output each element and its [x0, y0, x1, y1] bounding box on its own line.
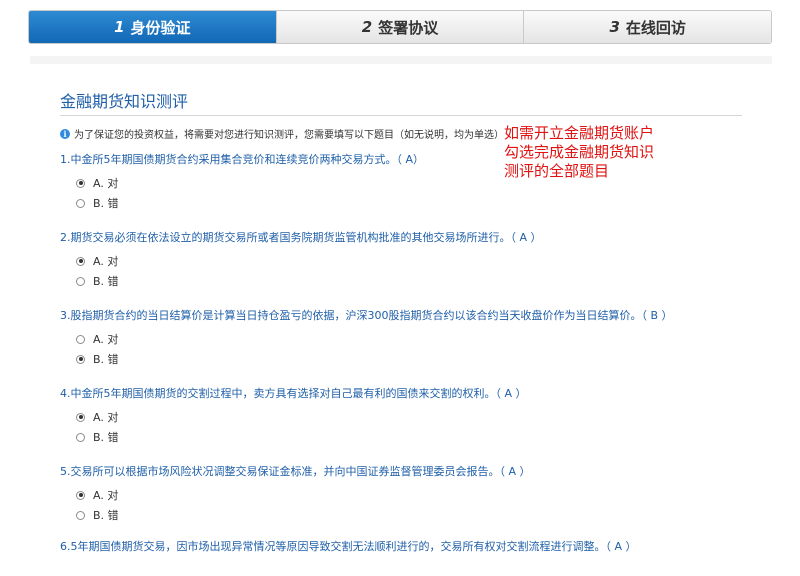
callout-annotation: 如需开立金融期货账户 勾选完成金融期货知识 测评的全部题目: [504, 124, 704, 181]
notice-label: 为了保证您的投资权益，将需要对您进行知识测评，您需要填写以下题目（如无说明，均为…: [74, 130, 504, 141]
option-b[interactable]: B. 错: [76, 193, 424, 213]
option-label: A. 对: [93, 333, 119, 346]
info-icon: i: [60, 128, 70, 139]
radio-button[interactable]: [76, 510, 85, 520]
quiz-card: 金融期货知识测评 i 为了保证您的投资权益，将需要对您进行知识测评，您需要填写以…: [30, 64, 772, 576]
option-a[interactable]: A. 对: [76, 329, 673, 349]
option-label: A. 对: [93, 177, 119, 190]
callout-line: 勾选完成金融期货知识: [504, 143, 655, 161]
option-a[interactable]: A. 对: [76, 485, 531, 505]
option-b[interactable]: B. 错: [76, 505, 531, 525]
option-a[interactable]: A. 对: [76, 173, 424, 193]
tab-identity-verification[interactable]: 1 身份验证: [29, 11, 276, 43]
radio-button[interactable]: [76, 334, 85, 344]
radio-button[interactable]: [76, 276, 85, 286]
step-tabs: 1 身份验证 2 签署协议 3 在线回访: [28, 10, 772, 44]
option-a[interactable]: A. 对: [76, 407, 527, 427]
option-b[interactable]: B. 错: [76, 271, 542, 291]
option-b[interactable]: B. 错: [76, 427, 527, 447]
question-6: 6.5年期国债期货交易，因市场出现异常情况等原因导致交割无法顺利进行的，交易所有…: [60, 538, 637, 554]
question-text: 1.中金所5年期国债期货合约采用集合竞价和连续竞价两种交易方式。（ A）: [60, 153, 425, 166]
section-title: 金融期货知识测评: [60, 92, 189, 111]
step-label: 在线回访: [625, 18, 686, 37]
option-label: A. 对: [93, 255, 119, 268]
question-text: 4.中金所5年期国债期货的交割过程中，卖方具有选择对自己最有利的国债来交割的权利…: [60, 387, 527, 400]
tab-online-callback[interactable]: 3 在线回访: [523, 11, 771, 43]
question-text: 6.5年期国债期货交易，因市场出现异常情况等原因导致交割无法顺利进行的，交易所有…: [60, 540, 637, 553]
question-1: 1.中金所5年期国债期货合约采用集合竞价和连续竞价两种交易方式。（ A） A. …: [60, 151, 424, 213]
question-text: 2.期货交易必须在依法设立的期货交易所或者国务院期货监管机构批准的其他交易场所进…: [60, 231, 542, 244]
question-2: 2.期货交易必须在依法设立的期货交易所或者国务院期货监管机构批准的其他交易场所进…: [60, 229, 542, 291]
step-number: 1: [114, 18, 125, 36]
option-label: A. 对: [93, 411, 119, 424]
question-4: 4.中金所5年期国债期货的交割过程中，卖方具有选择对自己最有利的国债来交割的权利…: [60, 385, 527, 447]
option-label: B. 错: [93, 197, 119, 210]
notice-text: i 为了保证您的投资权益，将需要对您进行知识测评，您需要填写以下题目（如无说明，…: [60, 126, 504, 141]
tab-sign-agreement[interactable]: 2 签署协议: [275, 11, 524, 43]
option-label: B. 错: [93, 509, 119, 522]
radio-button[interactable]: [76, 412, 85, 422]
option-b[interactable]: B. 错: [76, 349, 673, 369]
option-label: B. 错: [93, 353, 119, 366]
title-divider: [60, 115, 742, 116]
step-label: 身份验证: [130, 18, 191, 37]
callout-line: 测评的全部题目: [504, 162, 610, 180]
callout-line: 如需开立金融期货账户: [504, 124, 655, 142]
step-label: 签署协议: [378, 18, 439, 37]
step-number: 2: [361, 18, 373, 36]
question-text: 5.交易所可以根据市场风险状况调整交易保证金标准，并向中国证券监督管理委员会报告…: [60, 465, 531, 478]
step-number: 3: [609, 18, 620, 36]
content-panel: 金融期货知识测评 i 为了保证您的投资权益，将需要对您进行知识测评，您需要填写以…: [30, 56, 772, 576]
question-3: 3.股指期货合约的当日结算价是计算当日持仓盈亏的依据，沪深300股指期货合约以该…: [60, 307, 673, 369]
question-5: 5.交易所可以根据市场风险状况调整交易保证金标准，并向中国证券监督管理委员会报告…: [60, 463, 531, 525]
option-label: A. 对: [93, 489, 119, 502]
radio-button[interactable]: [76, 490, 85, 500]
radio-button[interactable]: [76, 198, 85, 208]
question-text: 3.股指期货合约的当日结算价是计算当日持仓盈亏的依据，沪深300股指期货合约以该…: [60, 309, 673, 322]
radio-button[interactable]: [76, 178, 85, 188]
option-label: B. 错: [93, 275, 119, 288]
option-label: B. 错: [93, 431, 119, 444]
radio-button[interactable]: [76, 432, 85, 442]
radio-button[interactable]: [76, 256, 85, 266]
radio-button[interactable]: [76, 354, 85, 364]
option-a[interactable]: A. 对: [76, 251, 542, 271]
